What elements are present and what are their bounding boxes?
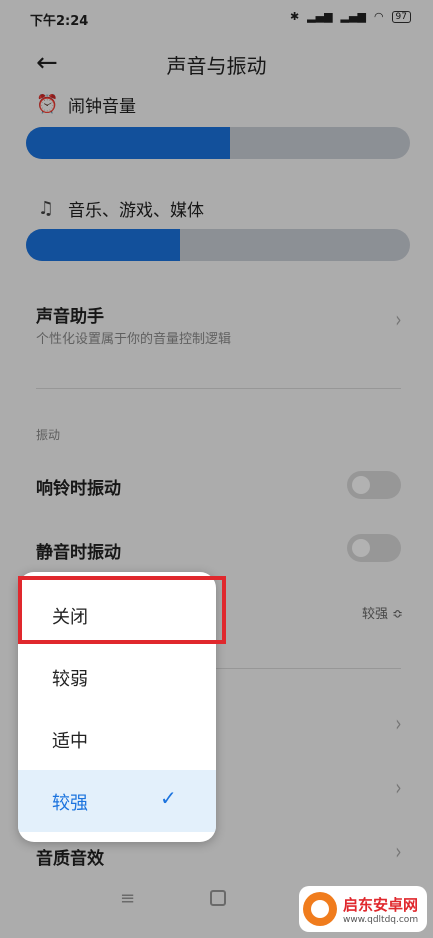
watermark: 启东安卓网 www.qdltdq.com xyxy=(299,886,427,932)
option-label: 较强 xyxy=(52,793,88,814)
option-label: 适中 xyxy=(52,731,88,752)
option-weak[interactable]: 较弱 xyxy=(18,646,216,708)
watermark-name: 启东安卓网 xyxy=(343,895,419,914)
option-medium[interactable]: 适中 xyxy=(18,708,216,770)
checkmark-icon: ✓ xyxy=(160,786,177,810)
highlight-box xyxy=(18,576,226,644)
option-strong[interactable]: 较强 ✓ xyxy=(18,770,216,832)
watermark-logo-icon xyxy=(303,892,337,926)
watermark-url: www.qdltdq.com xyxy=(343,914,419,925)
option-label: 较弱 xyxy=(52,669,88,690)
